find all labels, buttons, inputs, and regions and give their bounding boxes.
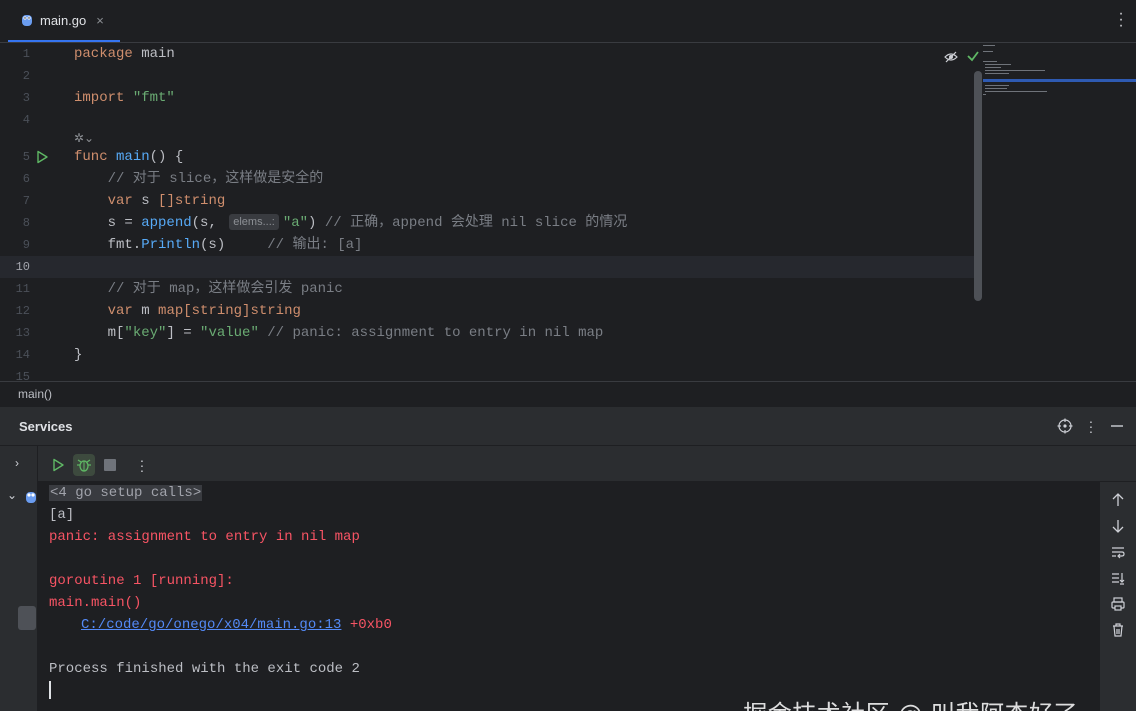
tab-main-go[interactable]: main.go × (8, 0, 120, 42)
trash-icon[interactable] (1110, 622, 1126, 638)
inspection-ok-check-icon[interactable] (966, 49, 980, 63)
breadcrumb-bar: main() (0, 381, 1136, 406)
code-line-9: fmt.Println(s) // 输出: [a] (74, 237, 363, 253)
services-tool-window-header: Services · · · (0, 406, 1136, 446)
console-error-line: main.main() (49, 595, 142, 611)
line-number: 11 (15, 282, 30, 296)
console-line: [a] (49, 507, 75, 523)
text-caret (49, 681, 51, 699)
console-line: <4 go setup calls> (49, 482, 203, 504)
stop-icon (104, 459, 116, 471)
line-number: 4 (22, 113, 30, 127)
line-number: 12 (15, 304, 30, 318)
scroll-to-end-icon[interactable] (1110, 570, 1126, 586)
editor-scrollbar[interactable] (974, 71, 982, 301)
console-line: C:/code/go/onego/x04/main.go:13 +0xb0 (81, 617, 392, 633)
console-error-line: goroutine 1 [running]: (49, 573, 234, 589)
line-number: 5 (22, 150, 30, 164)
code-line-13: m["key"] = "value" // panic: assignment … (74, 325, 604, 341)
line-number: 10 (15, 260, 30, 274)
code-line-12: var m map[string]string (107, 303, 301, 319)
watermark: 掘金技术社区 @ 叫我阿杰好了 (743, 694, 1078, 711)
console-error-line: panic: assignment to entry in nil map (49, 529, 360, 545)
source-link[interactable]: C:/code/go/onego/x04/main.go:13 (81, 617, 341, 633)
line-number: 7 (22, 194, 30, 208)
bug-icon (77, 459, 91, 472)
soft-wrap-icon[interactable] (1110, 544, 1126, 560)
target-icon[interactable] (1057, 418, 1073, 434)
debug-button[interactable] (73, 454, 95, 476)
code-line-6: // 对于 slice，这样做是安全的 (74, 171, 324, 187)
line-number: 14 (15, 348, 30, 362)
line-number: 15 (15, 370, 30, 381)
tab-label: main.go (40, 12, 87, 28)
services-title: Services (19, 419, 73, 434)
gopher-icon (22, 15, 32, 26)
code-line-7: var s []string (107, 193, 226, 209)
chevron-right-icon[interactable]: › (15, 456, 19, 470)
line-number: 13 (15, 326, 30, 340)
arrow-down-icon[interactable] (1110, 518, 1126, 534)
run-icon (53, 458, 64, 472)
code-line-3: import "fmt" (74, 90, 175, 106)
line-number: 6 (22, 172, 30, 186)
services-body: › ⌄ · · · <4 go setup calls> [a] panic: … (0, 446, 1136, 711)
chevron-down-icon[interactable]: ⌄ (7, 488, 17, 502)
code-line-11: // 对于 map，这样做会引发 panic (74, 281, 343, 297)
gopher-icon (26, 492, 36, 503)
breadcrumb[interactable]: main() (18, 387, 52, 401)
code-minimap[interactable] (983, 43, 1136, 105)
arrow-up-icon[interactable] (1110, 492, 1126, 508)
console-side-toolbar (1100, 482, 1136, 711)
gutter: 1 2 3 4 5 6 7 8 9 10 11 12 13 14 15 (0, 43, 66, 381)
more-vertical-icon[interactable]: · · · (131, 453, 153, 477)
print-icon[interactable] (1110, 596, 1126, 612)
line-number: 3 (22, 91, 30, 105)
more-vertical-icon[interactable]: · · · (1083, 414, 1099, 438)
code-line-5: func main() { (74, 149, 184, 165)
tree-scroll-thumb[interactable] (18, 606, 36, 630)
code-line-14: } (74, 347, 83, 363)
line-number: 2 (22, 69, 30, 83)
editor-tab-bar: main.go × · · · (0, 0, 1136, 43)
services-toolbar: · · · (38, 446, 1136, 482)
more-vertical-icon[interactable]: · · · (1118, 6, 1124, 34)
services-tree[interactable]: › ⌄ (0, 446, 38, 711)
stop-button[interactable] (99, 454, 121, 476)
reader-mode-eye-icon[interactable] (944, 50, 958, 64)
parameter-hint: elems...: (229, 214, 279, 230)
line-number: 8 (22, 216, 30, 230)
run-console[interactable]: <4 go setup calls> [a] panic: assignment… (38, 482, 1100, 711)
minimize-icon[interactable] (1109, 418, 1125, 434)
line-number: 9 (22, 238, 30, 252)
code-editor[interactable]: 1 2 3 4 5 6 7 8 9 10 11 12 13 14 15 ✲⌄ p… (0, 43, 1136, 381)
close-icon[interactable]: × (96, 13, 104, 28)
code-line-1: package main (74, 46, 175, 62)
console-exit-line: Process finished with the exit code 2 (49, 661, 360, 677)
run-button[interactable] (47, 454, 69, 476)
line-number: 1 (22, 47, 30, 61)
run-icon[interactable] (35, 150, 49, 164)
code-area[interactable]: package main import "fmt" func main() { … (74, 43, 976, 381)
code-line-8: s = append(s, elems...: "a") // 正确，append… (74, 214, 628, 231)
folded-setup-calls[interactable]: <4 go setup calls> (49, 485, 203, 501)
